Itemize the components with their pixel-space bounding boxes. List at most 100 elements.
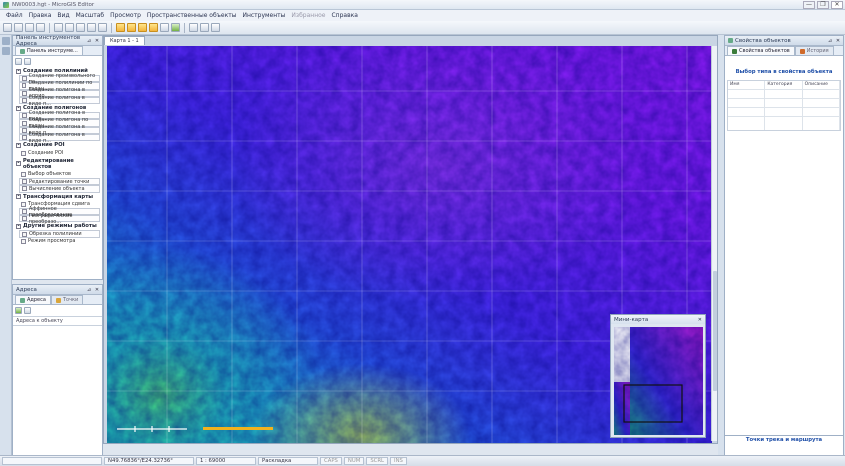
toolbar-separator: [49, 22, 50, 33]
print-icon[interactable]: [36, 23, 45, 32]
collapse-all-icon[interactable]: [24, 58, 31, 65]
toolbox-icon[interactable]: [2, 37, 10, 45]
menu-scale[interactable]: Масштаб: [73, 12, 108, 19]
tab-points-label: Точки: [62, 297, 79, 303]
filter-icon[interactable]: [24, 307, 31, 314]
toolbar-separator: [111, 22, 112, 33]
tool-item[interactable]: Создание полигона в виде п...: [19, 95, 100, 107]
redo-icon[interactable]: [98, 23, 107, 32]
column-header[interactable]: Категория: [765, 81, 803, 89]
cut-icon[interactable]: [54, 23, 63, 32]
maximize-button[interactable]: ❐: [817, 1, 829, 9]
tab-addresses-label: Адреса: [27, 297, 46, 303]
group-map-transform[interactable]: - Трансформация карты: [15, 193, 100, 201]
view-mode-icon: [21, 238, 26, 244]
toolbox-panel: Панель инструментов Адреса ⊿ ✕ Панель инс…: [12, 35, 103, 280]
track-points-button[interactable]: Точки трека и маршрута: [725, 435, 843, 445]
tab-points[interactable]: Точки: [50, 295, 84, 304]
group-edit-objects[interactable]: - Редактирование объектов: [15, 157, 100, 171]
polygon-icon: [22, 127, 27, 133]
polyline-icon: [22, 76, 27, 82]
map-document: Карта 1 - 1 Мини-карта ✕: [103, 35, 718, 444]
menu-edit[interactable]: Правка: [26, 12, 55, 19]
collapse-icon[interactable]: -: [16, 223, 21, 229]
measure-icon[interactable]: [160, 23, 169, 32]
tool-label: Создание POI: [28, 150, 64, 157]
collapse-icon[interactable]: -: [16, 194, 21, 200]
tool-item[interactable]: Создание POI: [15, 149, 100, 156]
zoom-out-icon[interactable]: [149, 23, 158, 32]
table-row[interactable]: [728, 117, 840, 130]
tab-history[interactable]: История: [794, 46, 834, 55]
undo-icon[interactable]: [87, 23, 96, 32]
pan-tool-icon[interactable]: [127, 23, 136, 32]
layers-icon[interactable]: [171, 23, 180, 32]
pin-icon[interactable]: ⊿: [86, 38, 92, 44]
menu-help[interactable]: Справка: [328, 12, 360, 19]
minimize-button[interactable]: —: [803, 1, 815, 9]
panel-close-icon[interactable]: ✕: [94, 38, 100, 44]
properties-panel-title: Свойства объектов: [735, 37, 791, 44]
group-title: Создание POI: [23, 142, 65, 149]
group-other-modes[interactable]: - Другие режимы работы: [15, 222, 100, 230]
collapse-icon[interactable]: -: [16, 105, 21, 111]
status-bar: N49.76836°/E24.32736° 1 : 69000 Раскладк…: [0, 455, 845, 466]
pin-icon[interactable]: ⊿: [827, 38, 833, 44]
group-title: Другие режимы работы: [23, 223, 97, 230]
tab-toolbox[interactable]: Панель инструме...: [15, 46, 83, 55]
menu-preview[interactable]: Просмотр: [107, 12, 144, 19]
collapse-icon[interactable]: -: [16, 68, 21, 74]
panel-close-icon[interactable]: ✕: [94, 287, 100, 293]
minimap-view[interactable]: [614, 327, 703, 435]
minimap-close-icon[interactable]: ✕: [698, 317, 702, 323]
panel-close-icon[interactable]: ✕: [835, 38, 841, 44]
menu-spatial-objects[interactable]: Пространственные объекты: [144, 12, 240, 19]
save-icon[interactable]: [25, 23, 34, 32]
tab-addresses[interactable]: Адреса: [15, 295, 51, 304]
tool-item[interactable]: Редактирование точки: [19, 177, 100, 186]
collapse-icon[interactable]: -: [16, 161, 21, 167]
close-button[interactable]: ✕: [831, 1, 843, 9]
map-scrollbar[interactable]: [711, 46, 717, 441]
polyline-icon: [22, 83, 27, 89]
tool-item[interactable]: Выбор объектов: [15, 171, 100, 178]
menu-favorites[interactable]: Избранное: [288, 12, 328, 19]
refresh-icon[interactable]: [15, 307, 22, 314]
address-row[interactable]: Адреса к объекту: [13, 316, 102, 326]
column-header[interactable]: Описание: [803, 81, 840, 89]
collapse-icon[interactable]: -: [16, 142, 21, 148]
tool-item[interactable]: Вычисление объекта: [19, 185, 100, 193]
status-num: NUM: [343, 457, 365, 465]
menu-view[interactable]: Вид: [54, 12, 72, 19]
app-icon: [3, 1, 9, 8]
dropdown-icon[interactable]: [211, 23, 220, 32]
copy-icon[interactable]: [65, 23, 74, 32]
tool-item[interactable]: Географические преобразо...: [19, 213, 100, 225]
poi-icon: [21, 150, 26, 156]
zoom-in-icon[interactable]: [138, 23, 147, 32]
grid-icon[interactable]: [200, 23, 209, 32]
tool-item[interactable]: Режим просмотра: [15, 238, 100, 245]
table-row[interactable]: [728, 99, 840, 108]
menu-file[interactable]: Файл: [3, 12, 26, 19]
new-file-icon[interactable]: [3, 23, 12, 32]
table-row[interactable]: [728, 90, 840, 99]
address-icon[interactable]: [2, 47, 10, 55]
open-folder-icon[interactable]: [14, 23, 23, 32]
pin-icon[interactable]: ⊿: [86, 287, 92, 293]
status-caps: CAPS: [320, 457, 342, 465]
paste-icon[interactable]: [76, 23, 85, 32]
column-header[interactable]: Имя: [728, 81, 766, 89]
expand-all-icon[interactable]: [15, 58, 22, 65]
history-tab-icon: [799, 48, 805, 54]
table-row[interactable]: [728, 108, 840, 117]
tab-object-properties[interactable]: Свойства объектов: [727, 46, 795, 55]
tab-map[interactable]: Карта 1 - 1: [104, 36, 145, 45]
group-title: Трансформация карты: [23, 193, 94, 200]
scrollbar-thumb[interactable]: [713, 271, 717, 391]
tool-item[interactable]: Обрезка полилинии: [19, 230, 100, 238]
settings-icon[interactable]: [189, 23, 198, 32]
select-tool-icon[interactable]: [116, 23, 125, 32]
tool-item[interactable]: Создание полигона в виде п...: [19, 132, 100, 144]
menu-tools[interactable]: Инструменты: [239, 12, 288, 19]
